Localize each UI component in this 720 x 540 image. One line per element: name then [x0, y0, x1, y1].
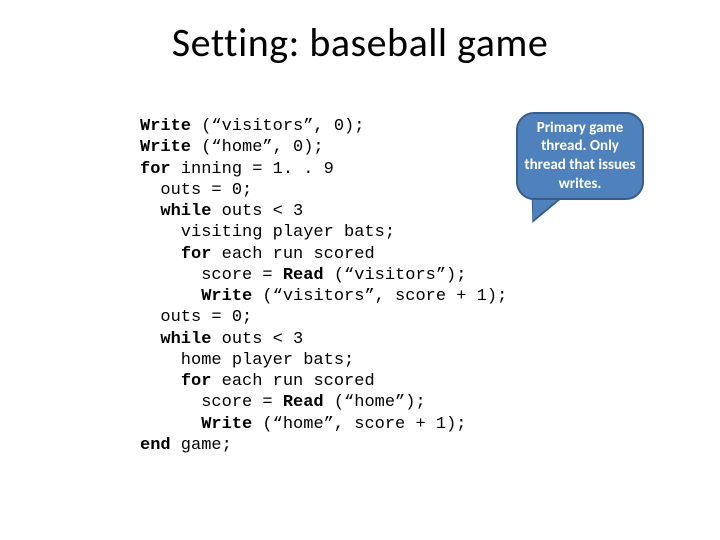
kw-read: Read	[283, 393, 324, 412]
code-text: each run scored	[211, 372, 374, 391]
code-text: each run scored	[211, 245, 374, 264]
code-text: outs < 3	[211, 330, 303, 349]
kw-write: Write	[140, 138, 191, 157]
code-block: Write (“visitors”, 0); Write (“home”, 0)…	[140, 116, 507, 456]
code-text: visiting player bats;	[140, 223, 395, 242]
code-indent	[140, 287, 201, 306]
callout-text: Primary game thread. Only thread that is…	[524, 119, 636, 194]
code-text: game;	[171, 436, 232, 455]
code-text: (“visitors”, score + 1);	[252, 287, 507, 306]
kw-while: while	[160, 202, 211, 221]
code-indent	[140, 330, 160, 349]
kw-while: while	[160, 330, 211, 349]
code-text: (“visitors”, 0);	[191, 117, 364, 136]
code-text: (“home”, 0);	[191, 138, 324, 157]
code-text: outs = 0;	[140, 181, 252, 200]
code-text: score =	[140, 266, 283, 285]
code-text: outs = 0;	[140, 308, 252, 327]
code-text: home player bats;	[140, 351, 354, 370]
kw-write: Write	[201, 287, 252, 306]
code-indent	[140, 415, 201, 434]
code-indent	[140, 372, 181, 391]
callout-bubble: Primary game thread. Only thread that is…	[516, 112, 644, 200]
code-text: (“home”, score + 1);	[252, 415, 466, 434]
kw-write: Write	[201, 415, 252, 434]
code-text: (“visitors”);	[324, 266, 467, 285]
kw-for: for	[181, 372, 212, 391]
kw-end: end	[140, 436, 171, 455]
kw-read: Read	[283, 266, 324, 285]
code-text: score =	[140, 393, 283, 412]
kw-for: for	[181, 245, 212, 264]
slide-title: Setting: baseball game	[0, 18, 720, 67]
code-text: inning = 1. . 9	[171, 160, 334, 179]
code-indent	[140, 202, 160, 221]
kw-for: for	[140, 160, 171, 179]
code-text: (“home”);	[324, 393, 426, 412]
slide: Setting: baseball game Write (“visitors”…	[0, 0, 720, 540]
kw-write: Write	[140, 117, 191, 136]
code-text: outs < 3	[211, 202, 303, 221]
code-indent	[140, 245, 181, 264]
